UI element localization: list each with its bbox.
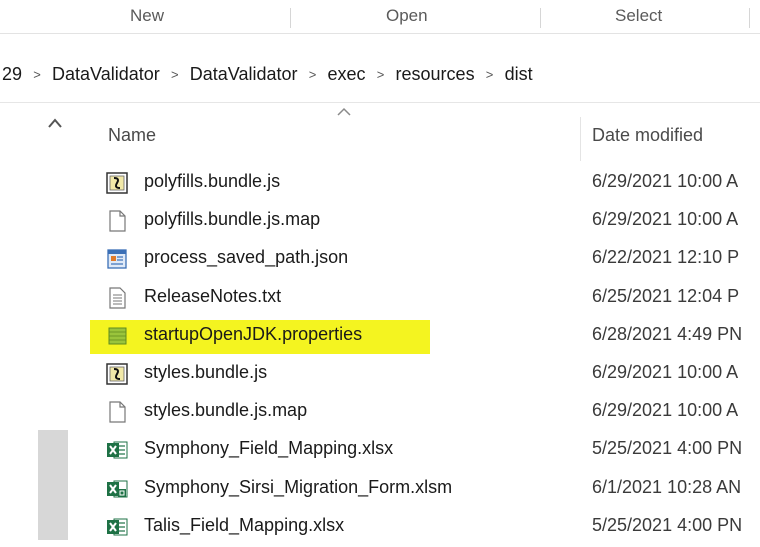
breadcrumb-chevron-icon[interactable]: > [24,67,50,82]
ribbon-group-new: New [130,6,165,25]
ribbon-separator [290,8,291,28]
file-date-modified: 6/29/2021 10:00 A [592,209,739,230]
file-date-modified: 6/22/2021 12:10 P [592,247,740,268]
file-name: Symphony_Field_Mapping.xlsx [144,438,394,459]
text-file-icon [106,286,128,309]
file-name: Talis_Field_Mapping.xlsx [144,514,345,535]
file-name: styles.bundle.js.map [144,400,308,421]
excel-icon [106,439,128,461]
file-date-modified: 5/25/2021 4:00 PN [592,438,743,459]
file-row[interactable]: styles.bundle.js.map 6/29/2021 10:00 A [90,394,760,432]
file-row[interactable]: polyfills.bundle.js.map 6/29/2021 10:00 … [90,203,760,241]
file-date-modified: 6/28/2021 4:49 PN [592,323,743,344]
file-rows: polyfills.bundle.js 6/29/2021 10:00 A po… [90,165,760,547]
file-name: process_saved_path.json [144,247,349,268]
column-divider[interactable] [580,117,581,161]
breadcrumb-item[interactable]: exec [326,64,368,85]
ribbon-group-open: Open [386,6,428,25]
ribbon-group-labels: New Open Select [0,0,760,34]
file-row[interactable]: Talis_Field_Mapping.xlsx 5/25/2021 4:00 … [90,509,760,547]
file-name: Symphony_Sirsi_Migration_Form.xlsm [144,476,453,497]
file-date-modified: 6/29/2021 10:00 A [592,171,739,191]
file-row[interactable]: process_saved_path.json 6/22/2021 12:10 … [90,241,760,279]
file-date-modified: 6/25/2021 12:04 P [592,285,740,306]
column-header-row: Name Date modified [90,103,760,161]
file-row[interactable]: styles.bundle.js 6/29/2021 10:00 A [90,356,760,394]
excel-icon [106,516,128,538]
scroll-up-arrow-icon[interactable] [48,118,62,128]
breadcrumb-item[interactable]: DataValidator [188,64,300,85]
navigation-pane-scrollbar[interactable] [38,430,68,540]
file-date-modified: 5/25/2021 4:00 PN [592,514,743,535]
breadcrumb-chevron-icon[interactable]: > [368,67,394,82]
script-icon [106,172,128,194]
excel-macro-icon [106,478,128,500]
file-row-highlighted[interactable]: startupOpenJDK.properties 6/28/2021 4:49… [90,318,760,356]
breadcrumb-item[interactable]: 29 [0,64,24,85]
ribbon-group-select: Select [615,6,663,25]
file-row[interactable]: ReleaseNotes.txt 6/25/2021 12:04 P [90,280,760,318]
column-header-date-modified[interactable]: Date modified [592,125,703,146]
file-name: polyfills.bundle.js [144,171,281,191]
breadcrumb-chevron-icon[interactable]: > [162,67,188,82]
blank-file-icon [106,210,128,232]
file-date-modified: 6/29/2021 10:00 A [592,400,739,421]
breadcrumb-chevron-icon[interactable]: > [477,67,503,82]
file-date-modified: 6/1/2021 10:28 AN [592,476,742,497]
file-row[interactable]: polyfills.bundle.js 6/29/2021 10:00 A [90,165,760,203]
breadcrumb-item[interactable]: resources [394,64,477,85]
file-name: ReleaseNotes.txt [144,285,282,306]
script-icon [106,363,128,385]
json-file-icon [106,248,128,270]
file-name: startupOpenJDK.properties [144,323,363,344]
column-header-name[interactable]: Name [108,125,156,146]
breadcrumb-item[interactable]: DataValidator [50,64,162,85]
ribbon-separator [540,8,541,28]
breadcrumb-item-current[interactable]: dist [503,64,535,85]
blank-file-icon [106,401,128,423]
file-date-modified: 6/29/2021 10:00 A [592,361,739,382]
sort-ascending-icon [337,107,351,116]
file-name: styles.bundle.js [144,361,268,382]
address-bar[interactable]: 29 > DataValidator > DataValidator > exe… [0,45,760,103]
file-row[interactable]: Symphony_Sirsi_Migration_Form.xlsm 6/1/2… [90,471,760,509]
file-list: Name Date modified polyfills.bundle.js 6… [90,103,760,540]
breadcrumb-chevron-icon[interactable]: > [300,67,326,82]
file-row[interactable]: Symphony_Field_Mapping.xlsx 5/25/2021 4:… [90,432,760,470]
breadcrumb: 29 > DataValidator > DataValidator > exe… [0,61,535,87]
file-name: polyfills.bundle.js.map [144,209,321,230]
ribbon-separator [749,8,750,28]
properties-file-icon [106,325,128,347]
